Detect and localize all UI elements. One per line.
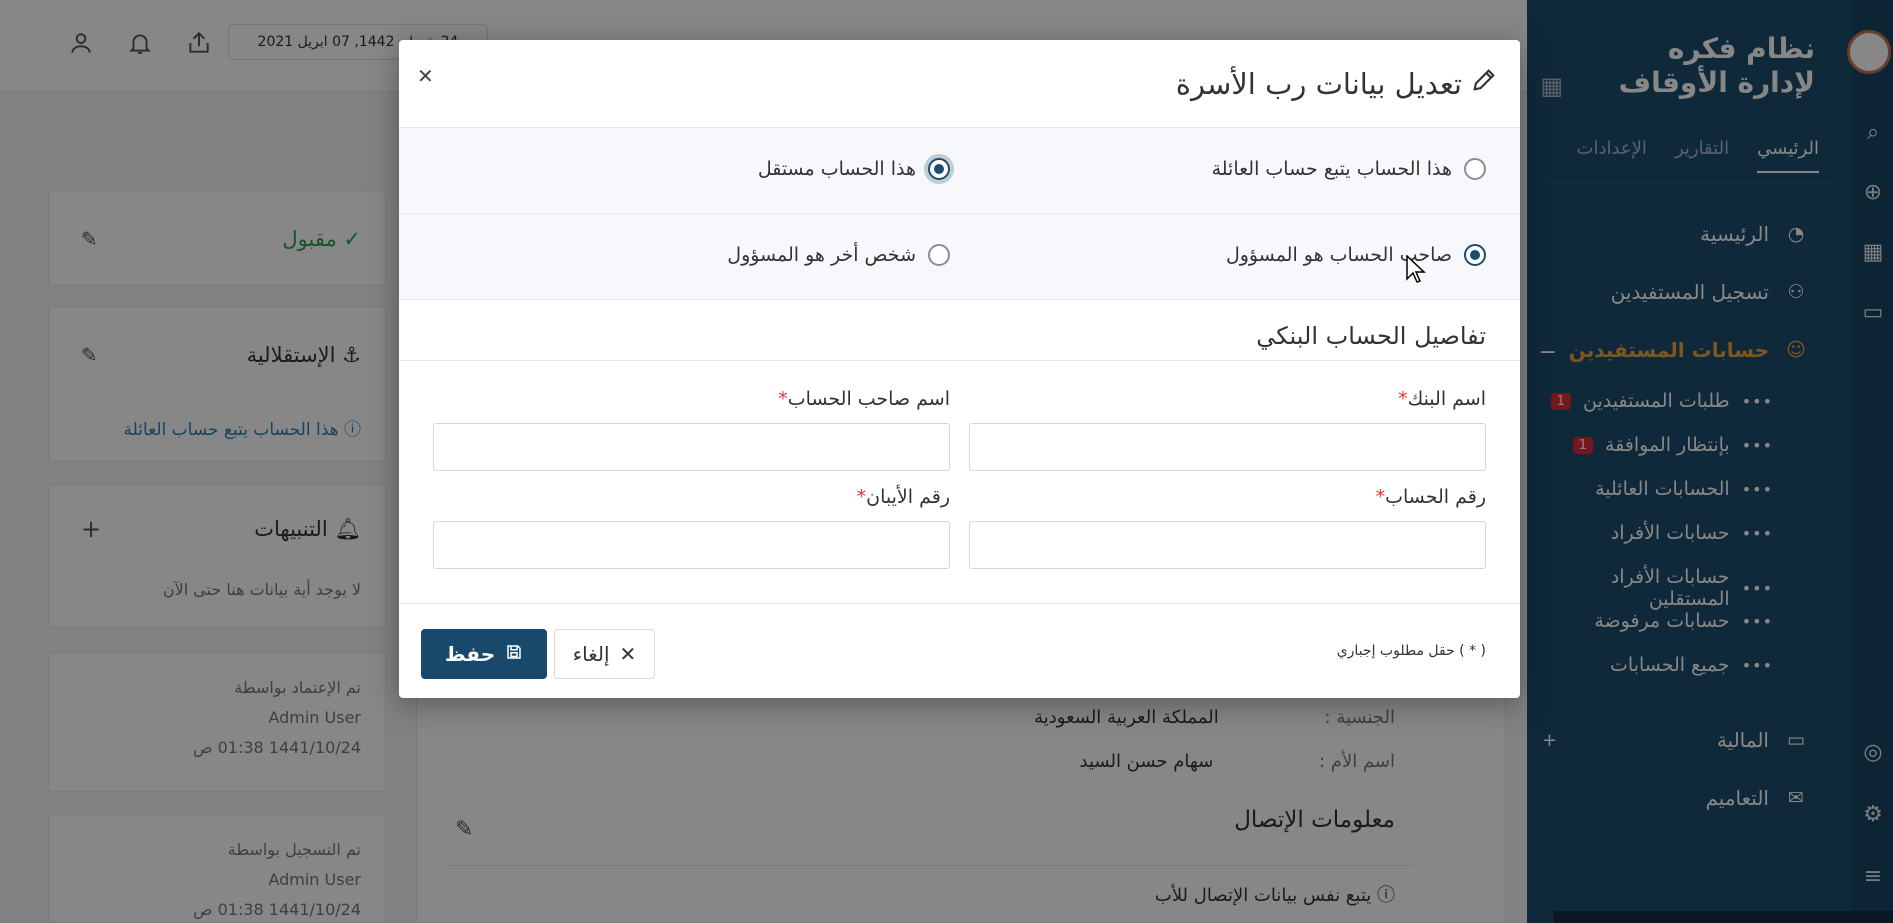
- close-icon[interactable]: ✕: [417, 64, 434, 88]
- account-number-label: رقم الحساب*: [1375, 486, 1486, 508]
- radio-family-account[interactable]: هذا الحساب يتبع حساب العائلة: [1212, 158, 1486, 180]
- close-icon: ✕: [619, 642, 637, 666]
- bank-section-title: تفاصيل الحساب البنكي: [1256, 322, 1486, 350]
- iban-label: رقم الأيبان*: [856, 486, 950, 508]
- mouse-cursor-icon: [1406, 255, 1426, 283]
- bank-name-label: اسم البنك*: [1398, 388, 1486, 410]
- cancel-button[interactable]: ✕ إلغاء: [554, 629, 655, 679]
- edit-family-head-modal: تعديل بيانات رب الأسرة ✕ هذا الحساب يتبع…: [399, 40, 1520, 698]
- pencil-icon: [1470, 66, 1498, 101]
- iban-input[interactable]: [433, 521, 950, 569]
- responsible-row: صاحب الحساب هو المسؤول شخص أخر هو المسؤو…: [399, 214, 1520, 300]
- radio-indicator[interactable]: [928, 158, 950, 180]
- radio-independent-account[interactable]: هذا الحساب مستقل: [758, 158, 950, 180]
- divider: [399, 603, 1520, 604]
- bank-name-input[interactable]: [969, 423, 1486, 471]
- modal-title: تعديل بيانات رب الأسرة: [1176, 66, 1498, 101]
- account-number-input[interactable]: [969, 521, 1486, 569]
- radio-indicator[interactable]: [928, 244, 950, 266]
- radio-indicator[interactable]: [1464, 158, 1486, 180]
- ownership-row: هذا الحساب يتبع حساب العائلة هذا الحساب …: [399, 128, 1520, 214]
- required-field-note: ( * ) حقل مطلوب إجباري: [1336, 643, 1486, 659]
- divider: [399, 360, 1520, 361]
- radio-owner-responsible[interactable]: صاحب الحساب هو المسؤول: [1226, 244, 1486, 266]
- modal-header: تعديل بيانات رب الأسرة ✕: [399, 40, 1520, 128]
- save-button[interactable]: حفظ: [421, 629, 547, 679]
- holder-name-input[interactable]: [433, 423, 950, 471]
- holder-name-label: اسم صاحب الحساب*: [778, 388, 950, 410]
- save-icon: [505, 642, 523, 666]
- radio-other-responsible[interactable]: شخص أخر هو المسؤول: [727, 244, 950, 266]
- radio-indicator[interactable]: [1464, 244, 1486, 266]
